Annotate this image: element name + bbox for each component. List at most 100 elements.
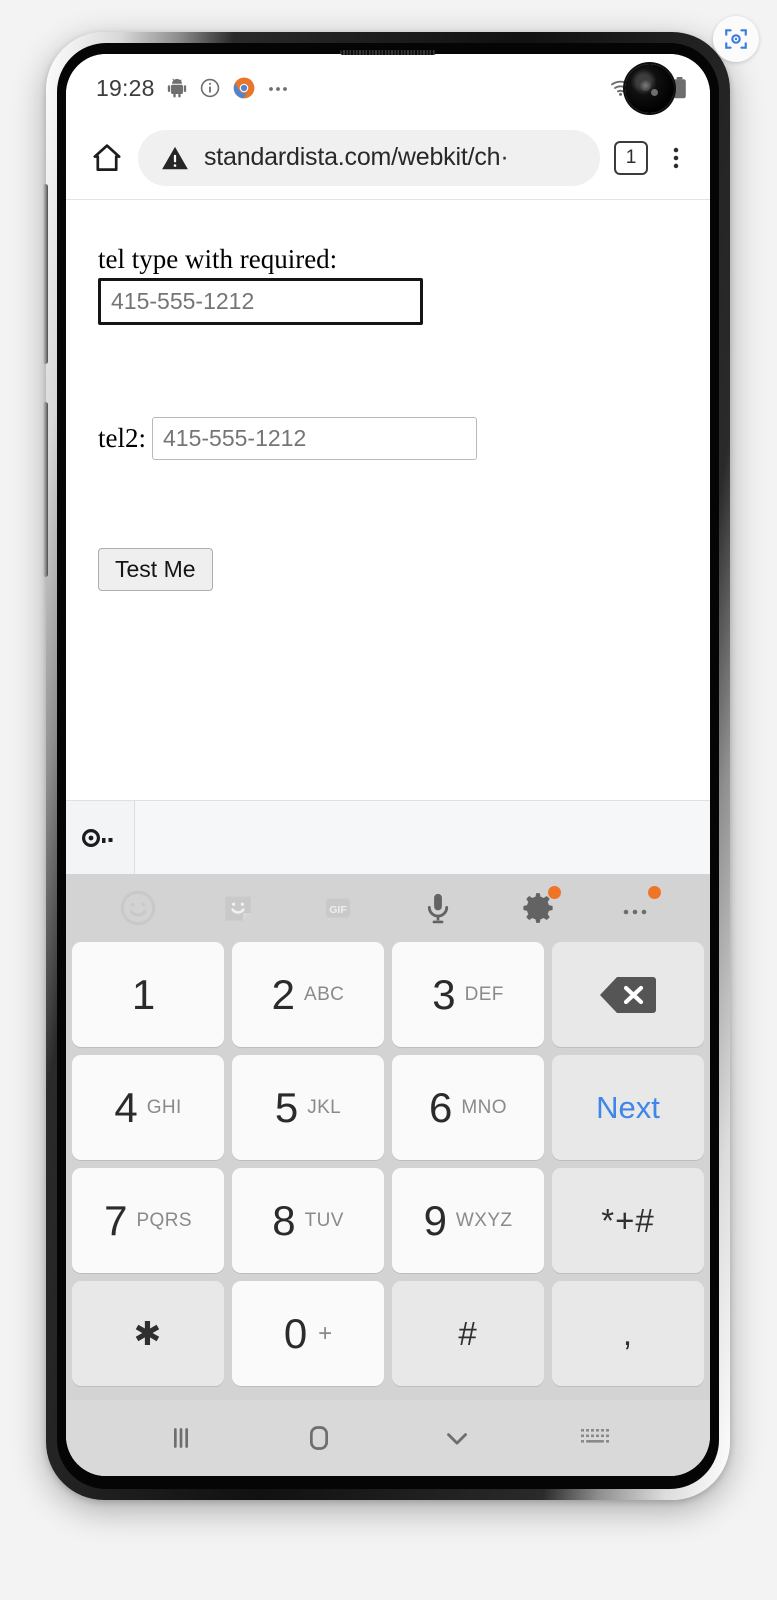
key-digit: 9 [423, 1196, 447, 1244]
recents-icon [173, 1428, 189, 1448]
comma-key[interactable]: , [552, 1281, 704, 1386]
home-square-icon [310, 1426, 328, 1450]
keyboard-more-icon[interactable] [611, 881, 665, 935]
chevron-down-icon [447, 1433, 467, 1445]
key-letters: TUV [304, 1209, 344, 1231]
autofill-suggestion-bar [66, 800, 710, 874]
volume-button[interactable] [43, 184, 48, 364]
screenshot-stage: 19:28 standardista.com/webkit/ch· 1 tel … [0, 0, 777, 1600]
key-0[interactable]: 0 + [232, 1281, 384, 1386]
chrome-icon [233, 77, 254, 99]
status-time: 19:28 [96, 74, 155, 101]
keypad-row: ✱ 0 + # , [72, 1281, 704, 1386]
asterisk-key-label: ✱ [133, 1315, 163, 1352]
home-icon[interactable] [90, 141, 124, 175]
keyboard-toolbar: GIF [66, 874, 710, 942]
key-digit: 1 [131, 970, 156, 1018]
key-9[interactable]: 9 WXYZ [392, 1168, 544, 1273]
symbols-key-label: *+# [601, 1201, 655, 1239]
not-secure-warning-icon [162, 146, 188, 169]
key-digit: 8 [272, 1196, 296, 1244]
key-6[interactable]: 6 MNO [392, 1055, 544, 1160]
phone-stand-nub [345, 1496, 431, 1522]
key-letters: MNO [461, 1096, 507, 1118]
tel1-input[interactable] [98, 278, 423, 325]
gif-icon[interactable]: GIF [311, 881, 365, 935]
microphone-icon[interactable] [411, 881, 465, 935]
key-letters: GHI [146, 1096, 182, 1118]
info-circle-icon [200, 78, 219, 98]
keypad-row: 1 2 ABC 3 DEF [72, 942, 704, 1047]
key-3[interactable]: 3 DEF [392, 942, 544, 1047]
phone-screen: 19:28 standardista.com/webkit/ch· 1 tel … [66, 54, 710, 1476]
key-digit: 5 [274, 1083, 299, 1131]
backspace-key[interactable] [552, 942, 704, 1047]
key-5[interactable]: 5 JKL [232, 1055, 384, 1160]
autofill-suggestions-area[interactable] [135, 801, 710, 874]
android-robot-icon [167, 78, 186, 98]
omnibox[interactable]: standardista.com/webkit/ch· [138, 129, 600, 186]
key-2[interactable]: 2 ABC [232, 942, 384, 1047]
tel2-field-block: tel2: [98, 417, 678, 460]
password-key-icon [81, 828, 113, 847]
key-letters: WXYZ [455, 1209, 513, 1231]
emoji-icon[interactable] [111, 881, 165, 935]
hash-key[interactable]: # [392, 1281, 544, 1386]
phone-frame: 19:28 standardista.com/webkit/ch· 1 tel … [43, 32, 730, 1522]
key-digit: 0 [283, 1309, 308, 1357]
key-digit: 2 [271, 970, 296, 1018]
key-plus-label: + [318, 1319, 333, 1347]
home-button[interactable] [287, 1413, 351, 1463]
tel1-label: tel type with required: [98, 244, 338, 274]
more-badge-dot [648, 886, 661, 899]
key-letters: DEF [464, 983, 504, 1005]
comma-key-label: , [622, 1314, 634, 1352]
key-digit: 7 [104, 1196, 128, 1244]
asterisk-key[interactable]: ✱ [72, 1281, 224, 1386]
sticker-icon[interactable] [211, 881, 265, 935]
key-digit: 6 [429, 1083, 453, 1131]
key-letters: PQRS [136, 1209, 192, 1231]
key-digit: 3 [432, 970, 456, 1018]
next-key-label: Next [596, 1089, 660, 1125]
recents-button[interactable] [149, 1413, 213, 1463]
tab-switcher-button[interactable]: 1 [614, 140, 648, 175]
power-button[interactable] [43, 402, 48, 577]
key-4[interactable]: 4 GHI [72, 1055, 224, 1160]
password-autofill-button[interactable] [66, 801, 135, 874]
hide-keyboard-button[interactable] [425, 1413, 489, 1463]
tab-count-label: 1 [625, 146, 637, 168]
status-bar-left: 19:28 [96, 75, 293, 102]
key-letters: ABC [304, 983, 345, 1005]
svg-text:GIF: GIF [329, 905, 346, 916]
switch-keyboard-button[interactable] [563, 1413, 627, 1463]
settings-badge-dot [548, 886, 561, 899]
more-notifications-icon [268, 87, 287, 91]
phone-bezel: 19:28 standardista.com/webkit/ch· 1 tel … [57, 43, 719, 1489]
backspace-icon [597, 974, 659, 1016]
next-key[interactable]: Next [552, 1055, 704, 1160]
web-page-content: tel type with required: tel2: Test Me [66, 200, 710, 800]
key-8[interactable]: 8 TUV [232, 1168, 384, 1273]
browser-toolbar: standardista.com/webkit/ch· 1 [66, 116, 710, 200]
on-screen-keyboard: GIF 1 2 ABC 3 DEF 4 GHI 5 JKL 6 MNO Next… [66, 874, 710, 1400]
tel2-input[interactable] [152, 417, 477, 460]
key-digit: 4 [114, 1083, 138, 1131]
earpiece-speaker [340, 50, 436, 55]
status-bar: 19:28 [66, 54, 710, 116]
screenshot-capture-icon [725, 29, 747, 49]
tel1-field-block: tel type with required: [98, 244, 678, 325]
tel2-label: tel2: [98, 423, 146, 453]
overflow-menu-icon[interactable] [662, 141, 690, 175]
test-me-button[interactable]: Test Me [98, 548, 213, 591]
key-1[interactable]: 1 [72, 942, 224, 1047]
key-7[interactable]: 7 PQRS [72, 1168, 224, 1273]
keyboard-switch-icon [581, 1429, 609, 1443]
android-navigation-bar [66, 1400, 710, 1476]
keyboard-settings-gear-icon[interactable] [511, 881, 565, 935]
numeric-keypad: 1 2 ABC 3 DEF 4 GHI 5 JKL 6 MNO Next 7 P… [66, 942, 710, 1398]
hash-key-label: # [458, 1314, 478, 1352]
symbols-key[interactable]: *+# [552, 1168, 704, 1273]
screenshot-capture-badge[interactable] [713, 16, 759, 62]
front-camera-punch-hole [625, 64, 674, 113]
